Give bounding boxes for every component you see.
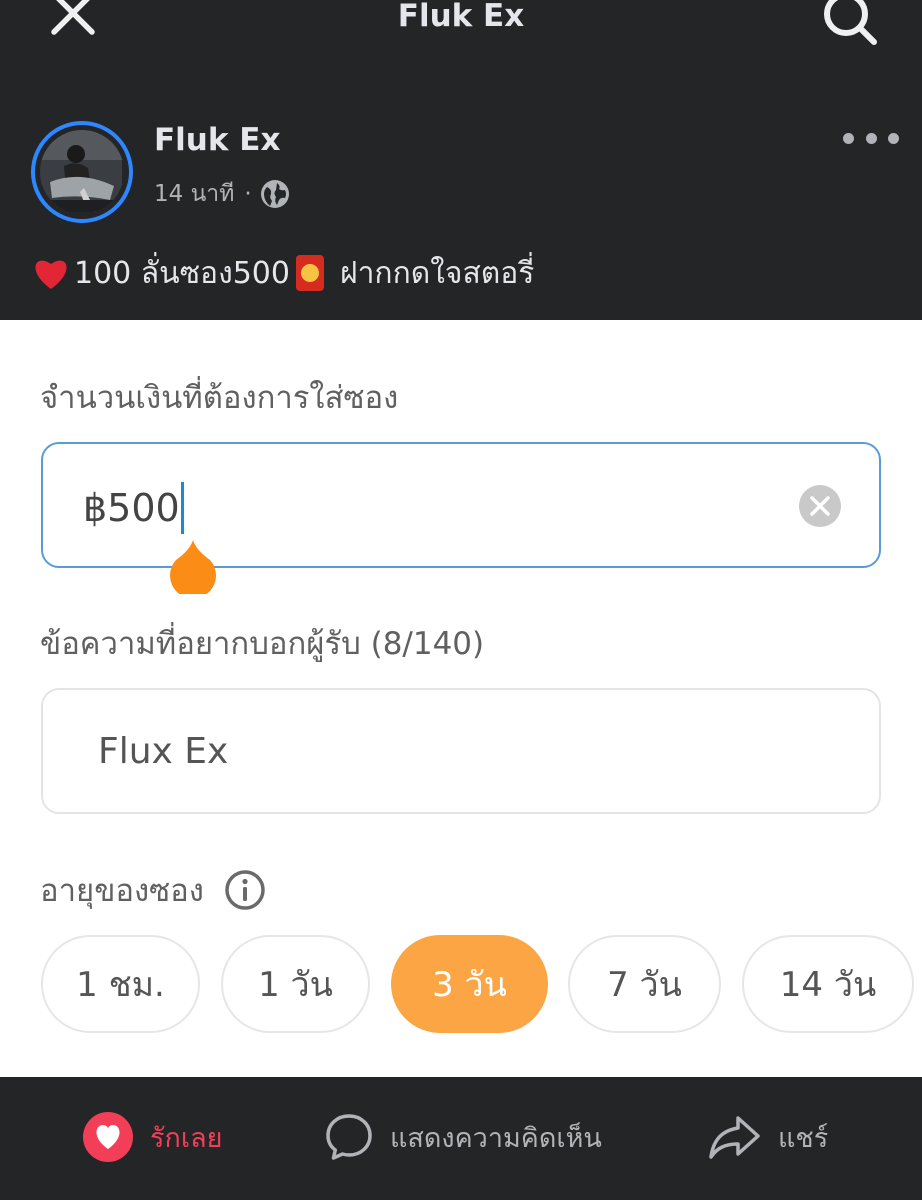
like-button[interactable]: รักเลย [82, 1107, 222, 1167]
amount-label: จำนวนเงินที่ต้องการใส่ซอง [40, 380, 399, 416]
amount-value[interactable]: ฿500 [83, 482, 184, 534]
page-title: Fluk Ex [397, 0, 525, 34]
post-time[interactable]: 14 นาที [154, 176, 234, 212]
age-label: อายุของซอง [40, 865, 266, 915]
duration-1-day[interactable]: 1 วัน [221, 935, 370, 1033]
clear-button[interactable] [799, 485, 841, 527]
amount-input[interactable]: ฿500 [41, 442, 881, 594]
age-label-text: อายุของซอง [40, 873, 204, 909]
post-header: Fluk Ex Fluk Ex 14 นาที · 100 ลั่นซอง500… [0, 0, 922, 320]
more-icon [843, 132, 854, 144]
like-label: รักเลย [150, 1122, 223, 1154]
share-button[interactable]: แชร์ [708, 1107, 828, 1167]
like-icon [83, 1112, 133, 1162]
avatar-photo [40, 130, 122, 212]
post-text-main: 100 ลั่นซอง500 [74, 255, 290, 291]
comment-icon [326, 1114, 372, 1160]
duration-options: 1 ชม. 1 วัน 3 วัน 7 วัน 14 วัน [41, 935, 922, 1033]
globe-icon [260, 180, 289, 208]
text-caret [180, 482, 184, 534]
cursor-handle-icon[interactable] [168, 540, 218, 594]
info-icon[interactable] [224, 869, 266, 911]
gift-envelope-form: จำนวนเงินที่ต้องการใส่ซอง ฿500 ข้อความที… [0, 320, 922, 1077]
meta-separator: · [244, 181, 252, 207]
post-meta: 14 นาที · [154, 177, 290, 211]
post-actions-bar: รักเลย แสดงความคิดเห็น แชร์ [0, 1077, 922, 1200]
heart-emoji [35, 260, 67, 289]
duration-14-days[interactable]: 14 วัน [742, 935, 914, 1033]
avatar[interactable] [31, 121, 133, 223]
share-icon [709, 1116, 760, 1159]
comment-label: แสดงความคิดเห็น [390, 1122, 602, 1154]
duration-1-hour[interactable]: 1 ชม. [41, 935, 200, 1033]
post-text-suffix: ฝากกดใจสตอรี่ [339, 255, 535, 291]
comment-button[interactable]: แสดงความคิดเห็น [324, 1107, 602, 1167]
search-icon[interactable] [818, 0, 882, 50]
more-options-button[interactable] [843, 124, 899, 152]
message-value[interactable]: Flux Ex [98, 728, 228, 776]
post-text: 100 ลั่นซอง500 ฝากกดใจสตอรี่ [32, 248, 534, 298]
message-input[interactable]: Flux Ex [41, 688, 881, 814]
share-label: แชร์ [778, 1122, 829, 1154]
duration-3-days[interactable]: 3 วัน [391, 935, 548, 1033]
message-label: ข้อความที่อยากบอกผู้รับ (8/140) [40, 626, 485, 662]
clear-icon [810, 496, 830, 516]
duration-7-days[interactable]: 7 วัน [568, 935, 721, 1033]
red-envelope-emoji [295, 255, 324, 291]
author-name[interactable]: Fluk Ex [154, 122, 280, 158]
